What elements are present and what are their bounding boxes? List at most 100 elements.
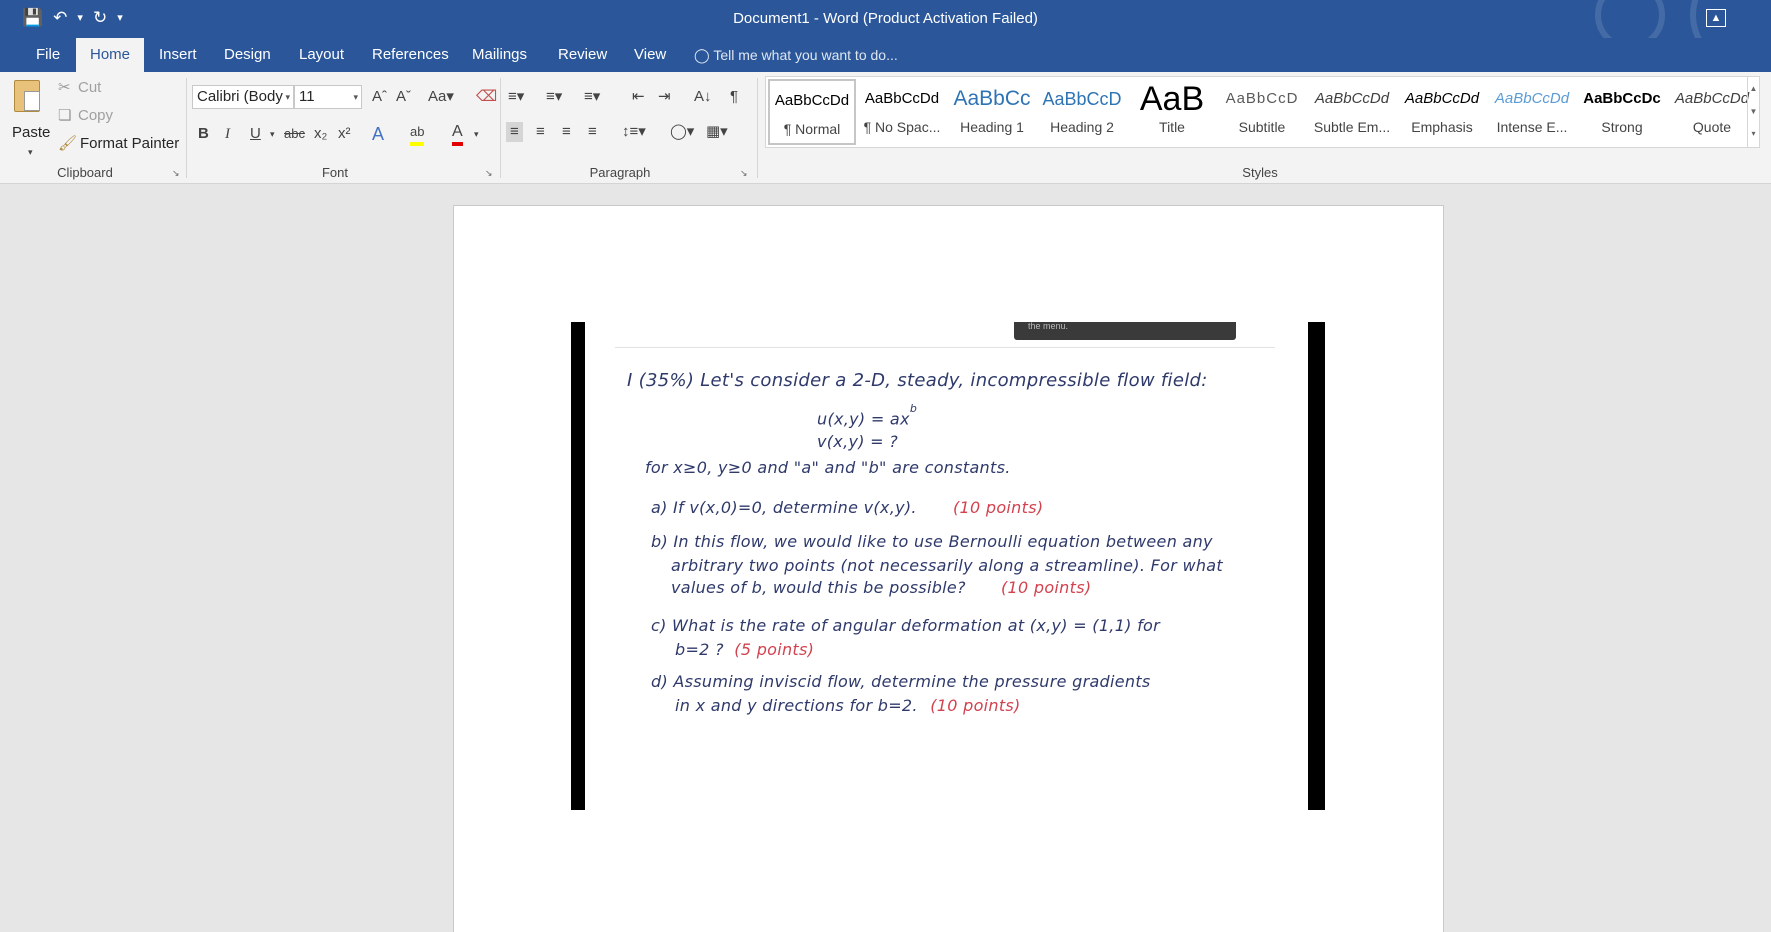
sort-icon[interactable]: A↓ — [694, 87, 712, 107]
tab-layout[interactable]: Layout — [285, 38, 358, 72]
style-preview: AaBbCcDc — [1583, 90, 1661, 107]
tab-mailings[interactable]: Mailings — [458, 38, 541, 72]
underline-icon[interactable]: U — [250, 124, 261, 144]
align-left-icon[interactable]: ≡ — [506, 122, 523, 142]
clipboard-group-label: Clipboard — [57, 165, 113, 180]
decrease-indent-icon[interactable]: ⇤ — [632, 87, 645, 107]
tab-file[interactable]: File — [22, 38, 74, 72]
tell-me-label: Tell me what you want to do... — [713, 47, 898, 63]
style-heading-2[interactable]: AaBbCcD Heading 2 — [1038, 79, 1126, 145]
dialog-launcher-icon[interactable]: ↘ — [485, 168, 493, 179]
style-quote[interactable]: AaBbCcDd Quote — [1668, 79, 1756, 145]
style-intense-emphasis[interactable]: AaBbCcDd Intense E... — [1488, 79, 1576, 145]
line-spacing-icon[interactable]: ↕≡▾ — [622, 122, 646, 142]
style-name: Quote — [1692, 119, 1732, 135]
style-name: Heading 2 — [1050, 119, 1114, 135]
style-title[interactable]: AaB Title — [1128, 79, 1216, 145]
ribbon-display-options-button[interactable]: ▲ — [1706, 9, 1726, 27]
pilcrow-icon[interactable]: ¶ — [730, 87, 738, 107]
font-family-combo[interactable]: Calibri (Body ▾ — [192, 85, 294, 109]
style-no-spacing[interactable]: AaBbCcDd ¶ No Spac... — [858, 79, 946, 145]
style-preview: AaBbCcDd — [774, 92, 850, 109]
tab-insert[interactable]: Insert — [145, 38, 211, 72]
bullets-icon[interactable]: ≡▾ — [508, 87, 524, 107]
paste-button[interactable]: Paste ▾ — [8, 76, 51, 157]
text-effects-icon[interactable]: A — [372, 124, 384, 144]
tab-view[interactable]: View — [620, 38, 680, 72]
document-canvas[interactable]: the menu. I (35%) Let's consider a 2-D, … — [0, 184, 1771, 932]
bold-icon[interactable]: B — [198, 124, 209, 144]
chevron-down-icon[interactable]: ▾ — [474, 124, 479, 144]
more-styles-icon[interactable]: ▾ — [1748, 123, 1759, 145]
borders-icon[interactable]: ▦▾ — [706, 122, 728, 142]
window-title: Document1 - Word (Product Activation Fai… — [733, 10, 1038, 27]
shading-icon[interactable]: ◯▾ — [670, 122, 694, 142]
image-border-left — [571, 322, 585, 810]
style-preview: AaBbCcD — [1042, 89, 1122, 109]
highlight-color-icon[interactable]: ab — [410, 122, 425, 146]
part-c-points: (5 points) — [734, 640, 815, 659]
style-name: Emphasis — [1411, 119, 1473, 135]
style-preview: AaBbCc — [953, 87, 1031, 110]
part-d-line-2: in x and y directions for b=2. — [675, 696, 918, 715]
subscript-icon[interactable]: x₂ — [314, 124, 327, 144]
style-heading-1[interactable]: AaBbCc Heading 1 — [948, 79, 1036, 145]
font-family-value: Calibri (Body — [197, 88, 283, 105]
style-subtle-emphasis[interactable]: AaBbCcDd Subtle Em... — [1308, 79, 1396, 145]
part-a-text: a) If v(x,0)=0, determine v(x,y). — [651, 498, 917, 517]
font-size-combo[interactable]: 11 ▾ — [294, 85, 362, 109]
dialog-launcher-icon[interactable]: ↘ — [172, 168, 180, 179]
part-b-line-1: b) In this flow, we would like to use Be… — [651, 532, 1213, 551]
dialog-launcher-icon[interactable]: ↘ — [740, 168, 748, 179]
style-preview: AaBbCcDd — [1314, 90, 1390, 107]
tab-home[interactable]: Home — [76, 38, 145, 72]
clear-formatting-icon[interactable]: ⌫ — [476, 87, 497, 107]
font-color-icon[interactable]: A — [452, 122, 463, 146]
multilevel-list-icon[interactable]: ≡▾ — [584, 87, 600, 107]
change-case-icon[interactable]: Aa▾ — [428, 87, 454, 107]
grow-font-icon[interactable]: Aˆ — [372, 87, 387, 107]
style-name: ¶ No Spac... — [863, 119, 941, 135]
chevron-down-icon[interactable]: ▾ — [270, 124, 275, 144]
align-center-icon[interactable]: ≡ — [536, 122, 545, 142]
scroll-up-icon[interactable]: ▲ — [1748, 77, 1759, 100]
group-divider — [186, 78, 187, 178]
justify-icon[interactable]: ≡ — [588, 122, 597, 142]
scroll-down-icon[interactable]: ▼ — [1748, 100, 1759, 123]
numbering-icon[interactable]: ≡▾ — [546, 87, 562, 107]
tab-design[interactable]: Design — [210, 38, 285, 72]
shrink-font-icon[interactable]: Aˇ — [396, 87, 411, 107]
part-a-points: (10 points) — [953, 498, 1044, 517]
tab-references[interactable]: References — [358, 38, 463, 72]
constants-statement: for x≥0, y≥0 and "a" and "b" are constan… — [645, 458, 1011, 477]
part-b-points: (10 points) — [1001, 578, 1092, 597]
style-name: Strong — [1601, 119, 1643, 135]
increase-indent-icon[interactable]: ⇥ — [658, 87, 671, 107]
image-border-right — [1308, 322, 1325, 810]
document-page[interactable]: the menu. I (35%) Let's consider a 2-D, … — [453, 205, 1444, 932]
style-preview: AaBbCcDd — [1494, 90, 1570, 107]
superscript-icon[interactable]: x² — [338, 124, 351, 144]
style-preview: AaBbCcDd — [1674, 90, 1750, 107]
styles-gallery-scrollbar[interactable]: ▲ ▼ ▾ — [1747, 77, 1759, 147]
tab-review[interactable]: Review — [544, 38, 621, 72]
style-emphasis[interactable]: AaBbCcDd Emphasis — [1398, 79, 1486, 145]
style-normal[interactable]: AaBbCcDd ¶ Normal — [768, 79, 856, 145]
align-right-icon[interactable]: ≡ — [562, 122, 571, 142]
style-subtitle[interactable]: AaBbCcD Subtitle — [1218, 79, 1306, 145]
styles-gallery: AaBbCcDd ¶ Normal AaBbCcDd ¶ No Spac... … — [765, 76, 1760, 148]
copy-label: Copy — [78, 107, 114, 124]
tell-me-search[interactable]: ◯ Tell me what you want to do... — [694, 38, 898, 72]
strikethrough-icon[interactable]: abc — [284, 124, 305, 144]
style-strong[interactable]: AaBbCcDc Strong — [1578, 79, 1666, 145]
embedded-image[interactable]: the menu. I (35%) Let's consider a 2-D, … — [571, 322, 1325, 810]
part-d-points: (10 points) — [930, 696, 1021, 715]
style-name: Heading 1 — [960, 119, 1024, 135]
title-bar: 💾 ↶ ▾ ↻ ▾ Document1 - Word (Product Acti… — [0, 0, 1771, 38]
italic-icon[interactable]: I — [225, 124, 230, 144]
chevron-down-icon: ▾ — [285, 92, 290, 102]
chevron-down-icon: ▾ — [353, 92, 358, 102]
style-name: Title — [1159, 119, 1185, 135]
paste-label: Paste — [12, 124, 51, 141]
paragraph-group-label: Paragraph — [589, 165, 651, 180]
